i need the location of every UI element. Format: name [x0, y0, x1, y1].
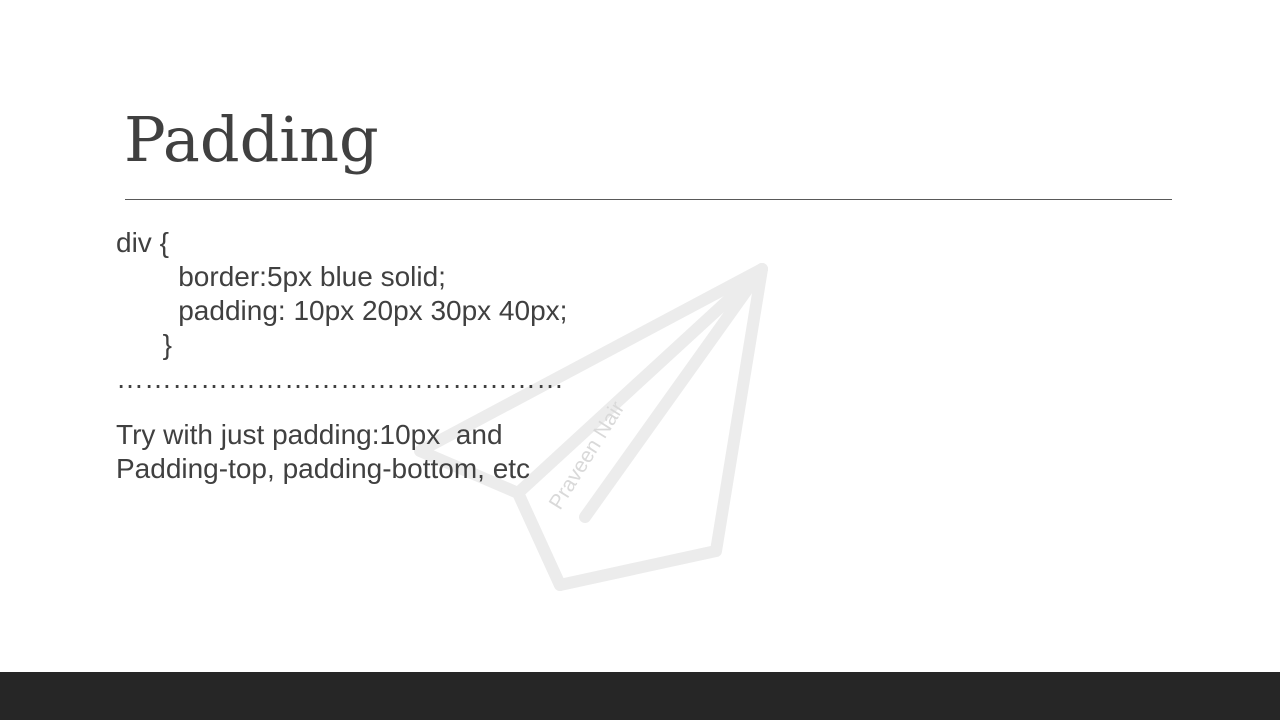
code-line-2: border:5px blue solid;: [116, 261, 446, 292]
slide: Praveen Nair Padding div { border:5px bl…: [0, 0, 1280, 720]
dotted-separator: …………………………………………: [116, 363, 564, 394]
title-divider: [125, 199, 1172, 200]
footer-band: [0, 672, 1280, 720]
note-line-1: Try with just padding:10px and: [116, 419, 503, 450]
note-line-2: Padding-top, padding-bottom, etc: [116, 453, 531, 484]
slide-title: Padding: [124, 103, 379, 176]
code-line-3: padding: 10px 20px 30px 40px;: [116, 295, 568, 326]
code-line-1: div {: [116, 227, 169, 258]
code-line-4: }: [116, 329, 173, 360]
